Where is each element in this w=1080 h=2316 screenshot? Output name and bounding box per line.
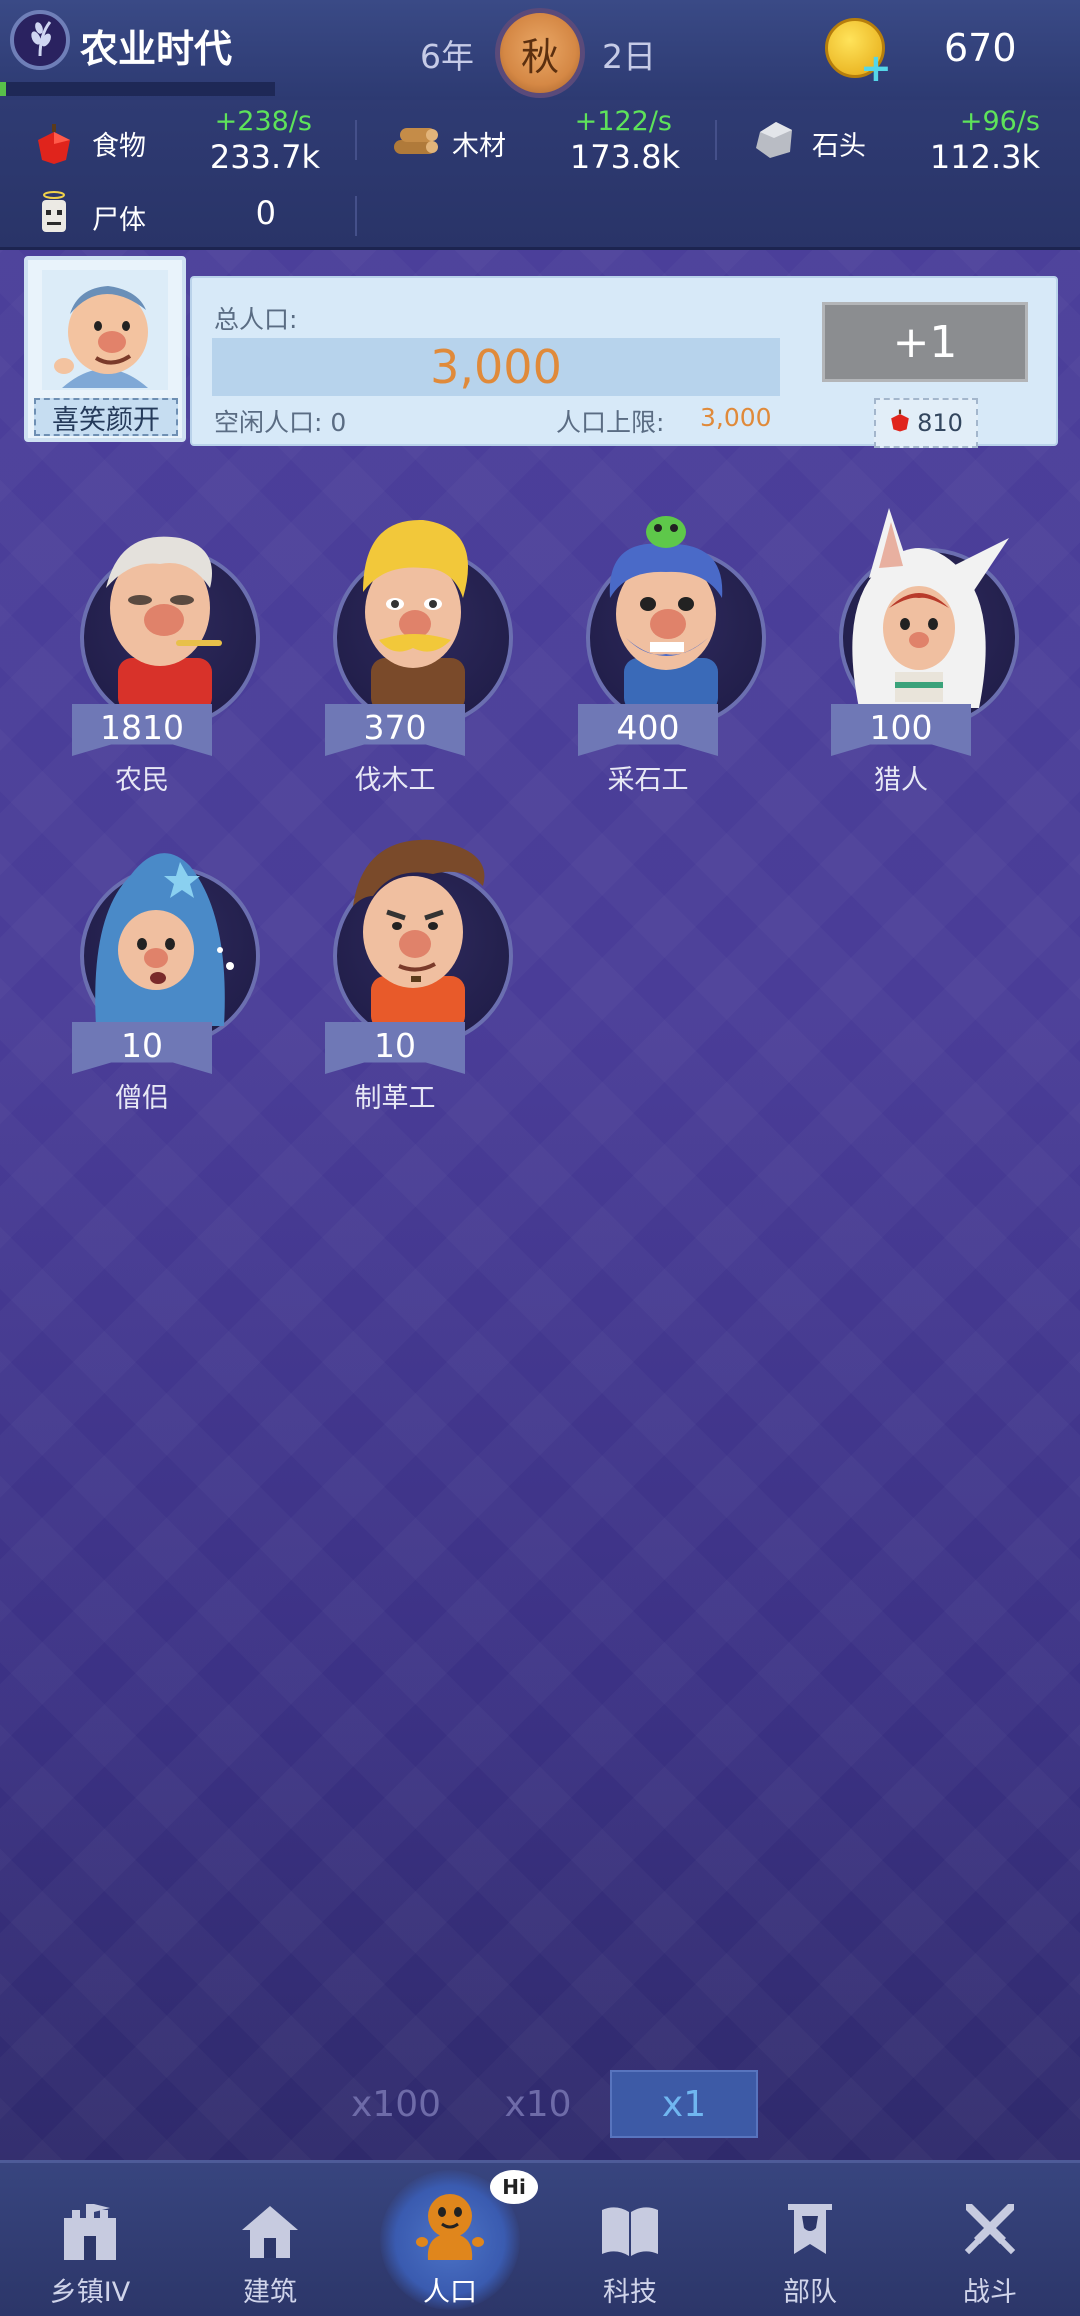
lumberjack-icon bbox=[363, 519, 468, 708]
nav-label: 人口 bbox=[423, 2277, 477, 2308]
multiplier-x1[interactable]: x1 bbox=[610, 2070, 758, 2138]
monk-icon bbox=[95, 853, 234, 1026]
worker-name: 猎人 bbox=[874, 765, 928, 796]
nav-town[interactable]: 乡镇IV bbox=[0, 2160, 180, 2316]
resource-amount: 0 bbox=[255, 194, 276, 232]
apple-icon bbox=[889, 408, 911, 438]
nav-label: 战斗 bbox=[963, 2277, 1017, 2308]
population-cap-label: 人口上限: bbox=[556, 408, 665, 437]
stone-icon bbox=[752, 118, 796, 164]
season-badge: 秋 bbox=[495, 8, 585, 98]
nav-tech[interactable]: 科技 bbox=[540, 2160, 720, 2316]
resource-amount: 173.8k bbox=[569, 138, 680, 176]
hunter-icon bbox=[852, 508, 1009, 708]
citizen-face-icon bbox=[42, 270, 168, 390]
wheat-icon bbox=[22, 18, 58, 62]
resource-label: 石头 bbox=[812, 131, 866, 162]
population-cap-value: 3,000 bbox=[700, 403, 772, 432]
apple-icon bbox=[34, 122, 74, 168]
multiplier-x10[interactable]: x10 bbox=[472, 2070, 604, 2138]
worker-count: 400 bbox=[578, 704, 718, 756]
era-title: 农业时代 bbox=[80, 27, 233, 71]
worker-count: 10 bbox=[325, 1022, 465, 1074]
resources-panel: 食物 +238/s 233.7k 木材 +122/s 173.8k 石头 +96… bbox=[0, 100, 1080, 250]
population-mascot-icon bbox=[416, 2194, 484, 2260]
nav-troops[interactable]: 部队 bbox=[720, 2160, 900, 2316]
worker-count: 10 bbox=[72, 1022, 212, 1074]
worker-monk[interactable]: 10 僧侣 bbox=[50, 826, 260, 1146]
divider bbox=[715, 120, 717, 160]
add-gold-icon[interactable]: + bbox=[860, 46, 892, 90]
book-icon bbox=[602, 2207, 658, 2256]
resource-label: 尸体 bbox=[92, 205, 146, 236]
house-icon bbox=[242, 2206, 298, 2258]
nav-label: 建筑 bbox=[243, 2277, 297, 2308]
resource-label: 木材 bbox=[452, 131, 506, 162]
top-bar: 农业时代 6年 秋 2日 + 670 bbox=[0, 0, 1080, 100]
resource-corpse[interactable]: 尸体 0 bbox=[0, 180, 350, 246]
total-population-value: 3,000 bbox=[212, 338, 780, 396]
date-day: 2日 bbox=[602, 37, 656, 76]
nav-label: 部队 bbox=[783, 2277, 837, 2308]
divider bbox=[355, 196, 357, 236]
worker-name: 农民 bbox=[115, 765, 169, 796]
worker-count: 100 bbox=[831, 704, 971, 756]
hi-badge: Hi bbox=[490, 2170, 538, 2204]
divider bbox=[355, 120, 357, 160]
worker-lumberjack[interactable]: 370 伐木工 bbox=[303, 508, 513, 828]
idle-population-value: 0 bbox=[330, 408, 347, 437]
resource-food[interactable]: 食物 +238/s 233.7k bbox=[0, 100, 350, 176]
multiplier-x100[interactable]: x100 bbox=[330, 2070, 462, 2138]
farmer-icon bbox=[106, 536, 222, 708]
date-year: 6年 bbox=[420, 37, 474, 76]
resource-rate: +96/s bbox=[959, 106, 1040, 137]
crossed-swords-icon bbox=[964, 2204, 1016, 2255]
nav-label: 乡镇IV bbox=[49, 2277, 131, 2308]
era-badge[interactable] bbox=[10, 10, 70, 70]
worker-name: 伐木工 bbox=[354, 765, 436, 796]
castle-icon bbox=[64, 2204, 116, 2260]
idle-population: 空闲人口: 0 bbox=[214, 403, 346, 439]
worker-count: 370 bbox=[325, 704, 465, 756]
nav-buildings[interactable]: 建筑 bbox=[180, 2160, 360, 2316]
resource-label: 食物 bbox=[92, 131, 146, 162]
era-progress-bar bbox=[0, 82, 275, 96]
resource-amount: 112.3k bbox=[929, 138, 1040, 176]
population-cost-value: 810 bbox=[917, 409, 963, 437]
worker-miner[interactable]: 400 采石工 bbox=[556, 508, 766, 828]
population-cost: 810 bbox=[874, 398, 978, 448]
gold-amount: 670 bbox=[944, 26, 1017, 70]
skull-icon bbox=[38, 190, 70, 240]
total-population-label: 总人口: bbox=[214, 305, 298, 334]
worker-tanner[interactable]: 10 制革工 bbox=[303, 826, 513, 1146]
tanner-icon bbox=[353, 839, 485, 1026]
add-population-button[interactable]: +1 bbox=[822, 302, 1028, 382]
mood-label: 喜笑颜开 bbox=[34, 398, 178, 436]
nav-battle[interactable]: 战斗 bbox=[900, 2160, 1080, 2316]
worker-count: 1810 bbox=[72, 704, 212, 756]
resource-rate: +238/s bbox=[214, 106, 312, 137]
worker-name: 制革工 bbox=[354, 1083, 436, 1114]
era-progress-fill bbox=[0, 82, 6, 96]
worker-name: 僧侣 bbox=[115, 1083, 169, 1114]
banner-icon bbox=[788, 2204, 832, 2254]
worker-farmer[interactable]: 1810 农民 bbox=[50, 508, 260, 828]
worker-hunter[interactable]: 100 猎人 bbox=[809, 508, 1019, 828]
worker-name: 采石工 bbox=[607, 765, 689, 796]
mood-avatar[interactable]: 喜笑颜开 bbox=[24, 256, 186, 442]
resource-stone[interactable]: 石头 +96/s 112.3k bbox=[720, 100, 1080, 176]
wood-logs-icon bbox=[390, 120, 440, 164]
nav-label: 科技 bbox=[603, 2277, 657, 2308]
resource-amount: 233.7k bbox=[209, 138, 320, 176]
resource-wood[interactable]: 木材 +122/s 173.8k bbox=[360, 100, 710, 176]
resource-rate: +122/s bbox=[574, 106, 672, 137]
miner-icon bbox=[609, 516, 723, 708]
idle-population-label: 空闲人口: bbox=[214, 408, 323, 437]
